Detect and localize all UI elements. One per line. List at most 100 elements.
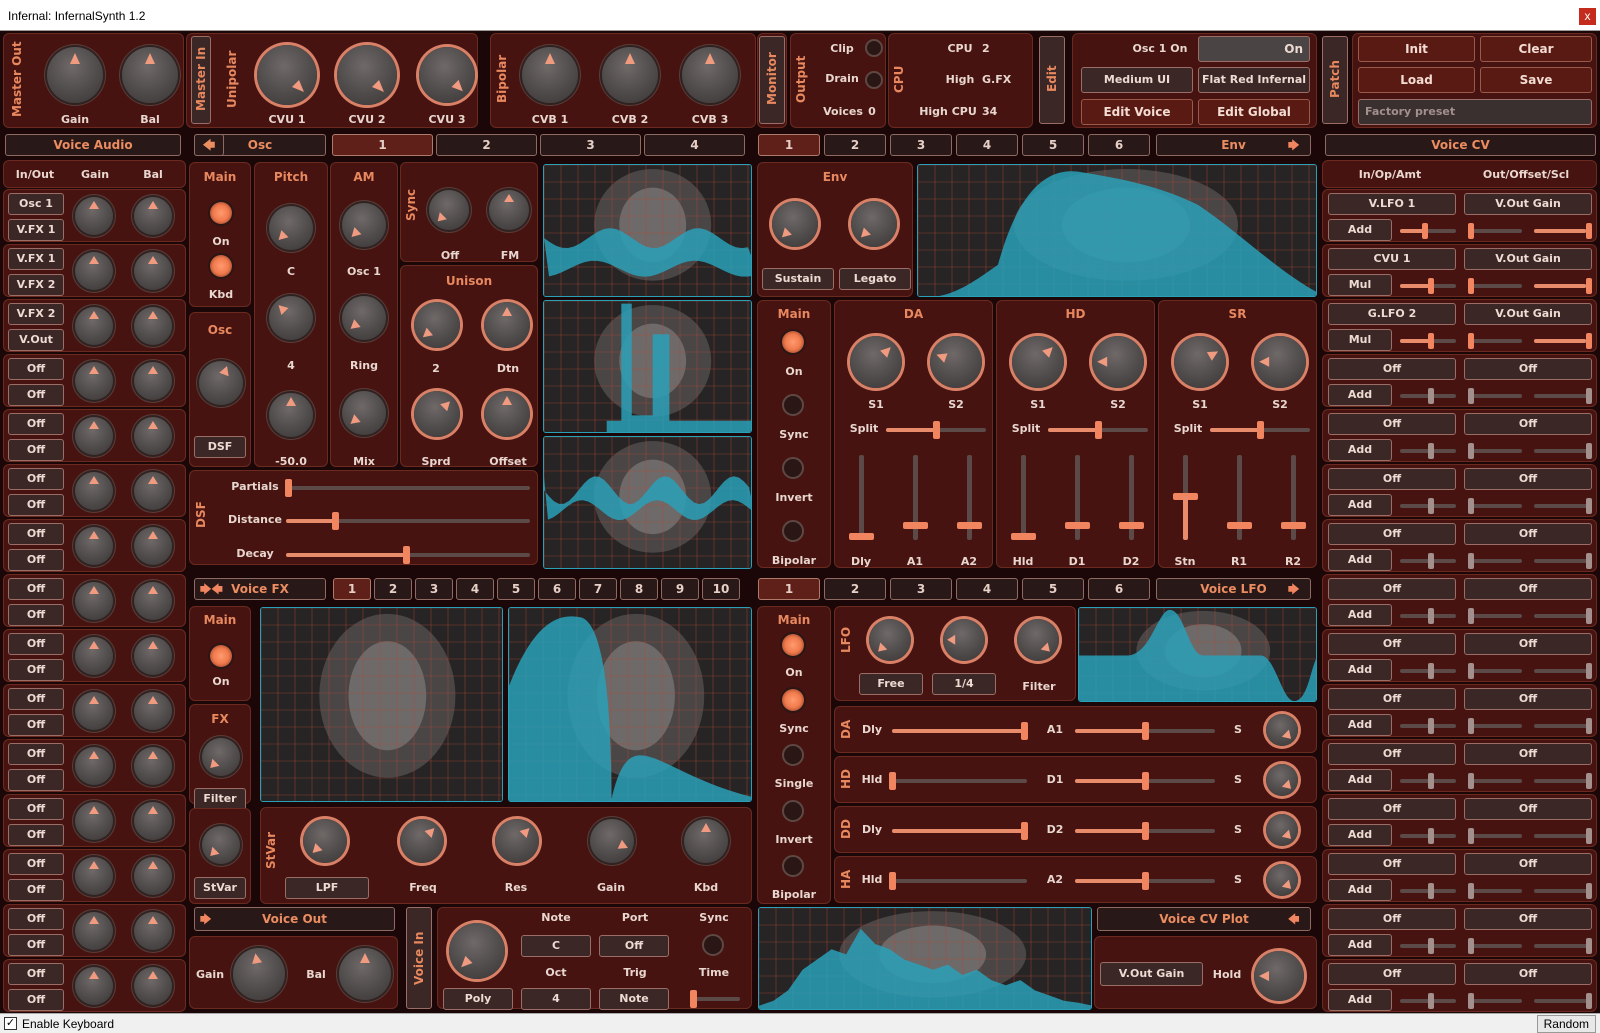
cv-plot-vout-button[interactable]: V.Out Gain [1100, 962, 1203, 986]
audio-bal-knob[interactable] [134, 857, 172, 895]
cv-amt-thumb[interactable] [1427, 773, 1434, 789]
voice-audio-route[interactable]: Off [8, 578, 64, 600]
env-sr-split-thumb[interactable] [1257, 421, 1264, 439]
cv-in-select[interactable]: V.LFO 1 [1328, 193, 1456, 215]
osc-tab[interactable]: 4 [644, 134, 745, 156]
cv-op-select[interactable]: Add [1328, 384, 1392, 406]
audio-gain-knob[interactable] [75, 472, 113, 510]
cv-out-select[interactable]: Off [1464, 523, 1592, 545]
voice-cv-plot-header[interactable]: Voice CV Plot [1097, 907, 1311, 931]
cv-offset-thumb[interactable] [1468, 663, 1474, 679]
unison-offset-knob[interactable] [484, 391, 530, 437]
audio-bal-knob[interactable] [134, 582, 172, 620]
close-icon[interactable]: x [1579, 8, 1596, 25]
voice-audio-route[interactable]: Off [8, 468, 64, 490]
osc-on-toggle[interactable] [210, 202, 232, 224]
voice-audio-route[interactable]: V.FX 2 [8, 274, 64, 296]
voice-audio-route[interactable]: V.FX 1 [8, 248, 64, 270]
cv-amt-thumb[interactable] [1427, 828, 1434, 844]
voice-audio-route[interactable]: V.FX 2 [8, 303, 64, 325]
cv-op-select[interactable]: Add [1328, 439, 1392, 461]
cv-amt-thumb[interactable] [1427, 333, 1434, 349]
voice-audio-header[interactable]: Voice Audio [5, 134, 181, 156]
legato-button[interactable]: Legato [839, 268, 911, 290]
env-da-s1-knob[interactable] [850, 336, 902, 388]
env-tab[interactable]: 6 [1088, 134, 1150, 156]
env-hd-s2-knob[interactable] [1092, 336, 1144, 388]
lfo-tab[interactable]: 6 [1088, 578, 1150, 600]
cvu2-knob[interactable] [337, 45, 397, 105]
fx-tab[interactable]: 6 [538, 578, 576, 600]
pitch-octave-knob[interactable] [269, 296, 313, 340]
audio-gain-knob[interactable] [75, 637, 113, 675]
note-value-button[interactable]: C [521, 935, 591, 957]
cv-offset-thumb[interactable] [1468, 553, 1474, 569]
voice-audio-route[interactable]: Off [8, 879, 64, 901]
env-da-dly-thumb[interactable] [849, 532, 874, 540]
cv-scale-thumb[interactable] [1586, 553, 1592, 569]
lfo-row-s-knob[interactable] [1266, 814, 1298, 846]
osc-dsf-button[interactable]: DSF [194, 436, 246, 458]
ui-size-button[interactable]: Medium UI [1081, 67, 1193, 93]
osc-kbd-toggle[interactable] [210, 255, 232, 277]
cv-in-select[interactable]: Off [1328, 743, 1456, 765]
audio-gain-knob[interactable] [75, 362, 113, 400]
lfo-quarter-button[interactable]: 1/4 [932, 673, 996, 695]
cv-offset-thumb[interactable] [1468, 993, 1474, 1009]
voice-audio-route[interactable]: Off [8, 659, 64, 681]
env-sr-s1-knob[interactable] [1174, 336, 1226, 388]
voice-audio-route[interactable]: V.FX 1 [8, 219, 64, 241]
cv-in-select[interactable]: CVU 1 [1328, 248, 1456, 270]
cv-out-select[interactable]: V.Out Gain [1464, 193, 1592, 215]
env-hd-d1-thumb[interactable] [1065, 521, 1090, 529]
cv-amt-thumb[interactable] [1427, 498, 1434, 514]
env-knob-2[interactable] [851, 201, 897, 247]
voice-audio-route[interactable]: Off [8, 989, 64, 1011]
unison-sprd-knob[interactable] [414, 391, 460, 437]
hold-knob[interactable] [1254, 951, 1304, 1001]
cv-op-select[interactable]: Add [1328, 879, 1392, 901]
voice-audio-route[interactable]: Off [8, 934, 64, 956]
fx-tab[interactable]: 2 [374, 578, 412, 600]
env-hd-hld-thumb[interactable] [1011, 532, 1036, 540]
clip-indicator[interactable] [865, 39, 883, 57]
cv-out-select[interactable]: Off [1464, 853, 1592, 875]
audio-gain-knob[interactable] [75, 582, 113, 620]
cv-offset-thumb[interactable] [1468, 278, 1474, 294]
cv-out-select[interactable]: Off [1464, 688, 1592, 710]
stvar-mode-knob[interactable] [303, 819, 347, 863]
cv-op-select[interactable]: Add [1328, 219, 1392, 241]
cv-offset-thumb[interactable] [1468, 718, 1474, 734]
cv-amt-thumb[interactable] [1427, 443, 1434, 459]
cv-in-select[interactable]: Off [1328, 908, 1456, 930]
cv-scale-thumb[interactable] [1586, 278, 1592, 294]
cv-out-select[interactable]: Off [1464, 358, 1592, 380]
cv-op-select[interactable]: Add [1328, 989, 1392, 1011]
lfo-row-s-knob[interactable] [1266, 714, 1298, 746]
lfo-on-toggle[interactable] [782, 634, 804, 656]
cv-amt-thumb[interactable] [1422, 223, 1429, 239]
sustain-button[interactable]: Sustain [762, 268, 834, 290]
cv-scale-thumb[interactable] [1586, 388, 1592, 404]
fx-tab[interactable]: 5 [497, 578, 535, 600]
voice-audio-route[interactable]: Off [8, 549, 64, 571]
enable-keyboard-checkbox[interactable]: ✓ [4, 1017, 17, 1030]
audio-bal-knob[interactable] [134, 197, 172, 235]
voice-audio-route[interactable]: Off [8, 358, 64, 380]
env-da-a1-thumb[interactable] [903, 521, 928, 529]
arrow-left-icon[interactable]: 🡄 [194, 134, 224, 156]
lfo-bipolar-toggle[interactable] [782, 855, 804, 877]
cvb1-knob[interactable] [522, 47, 578, 103]
audio-gain-knob[interactable] [75, 857, 113, 895]
am-mix-knob[interactable] [342, 391, 386, 435]
env-sr-r2-thumb[interactable] [1281, 521, 1306, 529]
cv-op-select[interactable]: Add [1328, 604, 1392, 626]
cv-out-select[interactable]: Off [1464, 413, 1592, 435]
fx-tab[interactable]: 4 [456, 578, 494, 600]
lfo-single-toggle[interactable] [782, 744, 804, 766]
osc-tab[interactable]: 1 [332, 134, 433, 156]
lfo-tab[interactable]: 3 [890, 578, 952, 600]
trig-value-button[interactable]: Note [599, 988, 669, 1010]
audio-bal-knob[interactable] [134, 362, 172, 400]
env-invert-toggle[interactable] [782, 457, 804, 479]
